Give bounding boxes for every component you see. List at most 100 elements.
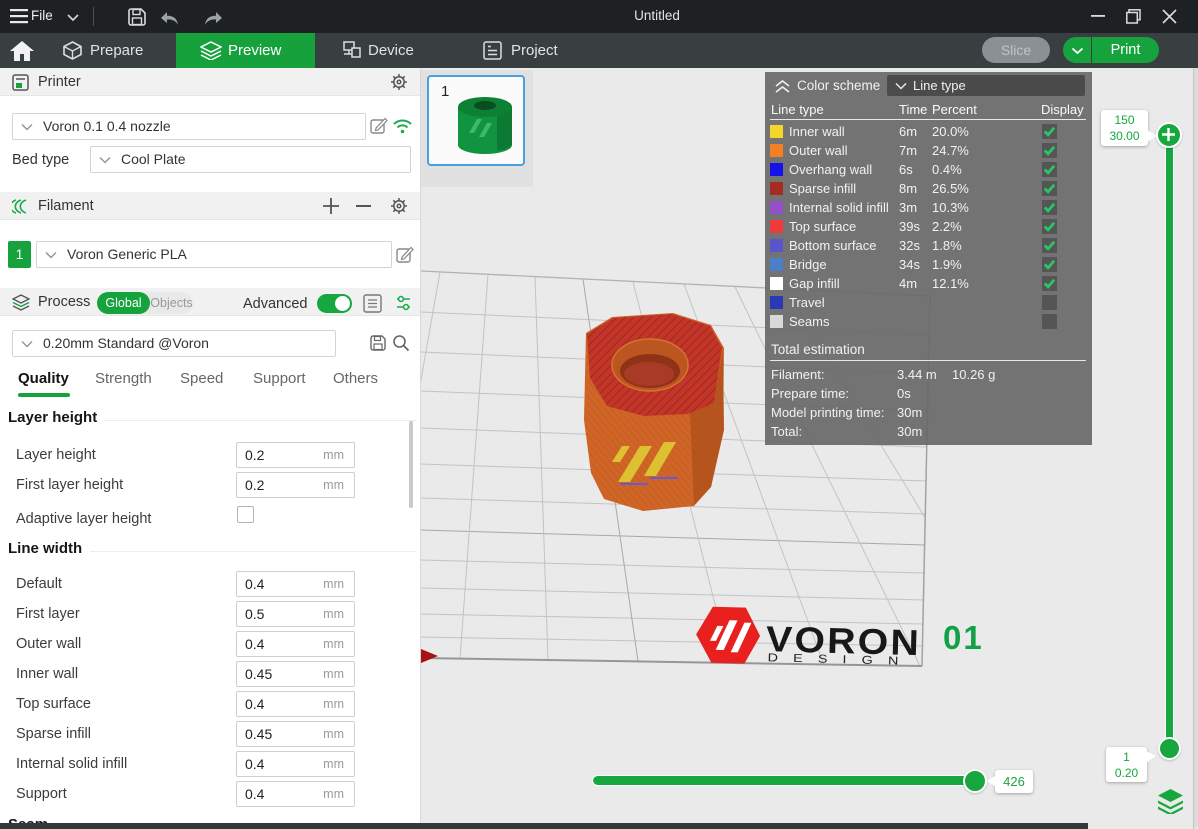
collapse-panel-icon[interactable] — [774, 79, 791, 94]
close-button[interactable] — [1162, 9, 1177, 24]
parameter-tune-icon[interactable] — [394, 294, 413, 313]
process-objects-option[interactable]: Objects — [150, 292, 193, 314]
hamburger-menu-icon[interactable] — [10, 9, 28, 24]
param-unit: mm — [323, 692, 344, 716]
layer-slider-track[interactable] — [1166, 135, 1173, 748]
print-dropdown-button[interactable] — [1063, 37, 1091, 63]
display-checkbox[interactable] — [1042, 181, 1057, 196]
display-checkbox[interactable] — [1042, 200, 1057, 215]
save-icon[interactable] — [127, 7, 147, 27]
tab-project[interactable]: Project — [511, 42, 558, 59]
tab-prepare[interactable]: Prepare — [90, 42, 143, 59]
tab-strength[interactable]: Strength — [95, 370, 152, 387]
layer-height-input[interactable]: 0.2mm — [236, 442, 355, 468]
display-checkbox[interactable] — [1042, 238, 1057, 253]
printer-select-value: Voron 0.1 0.4 nozzle — [43, 114, 171, 139]
print-button[interactable]: Print — [1092, 37, 1159, 63]
param-label: Outer wall — [16, 631, 81, 657]
adaptive-layer-height-checkbox[interactable] — [237, 506, 254, 523]
legend-row-gap-infill: Gap infill4m12.1% — [765, 274, 1092, 293]
tab-others[interactable]: Others — [333, 370, 378, 387]
sparse-infill-line-width-input[interactable]: 0.45mm — [236, 721, 355, 747]
move-slider-handle[interactable] — [963, 769, 987, 793]
process-global-option[interactable]: Global — [97, 292, 150, 314]
bed-type-select[interactable]: Cool Plate — [90, 146, 411, 173]
viewport-3d[interactable]: VORON DESIGN 01 1 — [421, 68, 1198, 829]
redo-icon[interactable] — [202, 10, 224, 26]
display-checkbox[interactable] — [1042, 143, 1057, 158]
window-title: Untitled — [557, 8, 757, 23]
param-label: Default — [16, 571, 62, 597]
inner-wall-line-width-input[interactable]: 0.45mm — [236, 661, 355, 687]
first-layer-height-input[interactable]: 0.2mm — [236, 472, 355, 498]
printer-select[interactable]: Voron 0.1 0.4 nozzle — [12, 113, 366, 140]
search-preset-icon[interactable] — [392, 334, 410, 352]
printer-edit-icon[interactable] — [370, 117, 388, 135]
project-icon[interactable] — [483, 41, 503, 60]
titlebar-separator — [93, 7, 94, 26]
save-preset-icon[interactable] — [369, 334, 387, 352]
undo-icon[interactable] — [159, 10, 181, 26]
filament-section-header: Filament — [0, 192, 420, 220]
wifi-icon[interactable] — [393, 118, 412, 134]
param-label: Internal solid infill — [16, 751, 127, 777]
outer-wall-line-width-input[interactable]: 0.4mm — [236, 631, 355, 657]
layer-slider-top-handle[interactable] — [1156, 122, 1182, 148]
maximize-button[interactable] — [1126, 9, 1141, 24]
sidebar-scrollbar[interactable] — [409, 421, 413, 508]
layer-slider-bottom-handle[interactable] — [1158, 737, 1181, 760]
filament-edit-icon[interactable] — [396, 246, 414, 264]
printer-settings-gear-icon[interactable] — [390, 73, 408, 91]
minimize-button[interactable] — [1091, 15, 1105, 18]
add-filament-icon[interactable] — [323, 198, 339, 214]
move-slider-track[interactable] — [593, 776, 977, 785]
process-scope-toggle[interactable]: Global Objects — [97, 292, 193, 314]
top-surface-line-width-input[interactable]: 0.4mm — [236, 691, 355, 717]
display-checkbox[interactable] — [1042, 124, 1057, 139]
internal-solid-infill-line-width-input[interactable]: 0.4mm — [236, 751, 355, 777]
default-line-width-input[interactable]: 0.4mm — [236, 571, 355, 597]
home-icon[interactable] — [10, 41, 34, 61]
display-checkbox[interactable] — [1042, 219, 1057, 234]
color-swatch — [770, 125, 783, 138]
first-layer-line-width-input[interactable]: 0.5mm — [236, 601, 355, 627]
active-tab-underline — [18, 393, 70, 397]
tab-speed[interactable]: Speed — [180, 370, 223, 387]
file-menu-chevron-icon[interactable] — [66, 13, 80, 22]
filament-slot-badge[interactable]: 1 — [8, 241, 31, 268]
sliced-model[interactable] — [584, 313, 724, 511]
display-checkbox[interactable] — [1042, 295, 1057, 310]
col-time: Time — [899, 102, 927, 117]
filament-select[interactable]: Voron Generic PLA — [36, 241, 392, 268]
display-checkbox[interactable] — [1042, 314, 1057, 329]
process-icon — [12, 294, 30, 311]
support-line-width-input[interactable]: 0.4mm — [236, 781, 355, 807]
tab-quality[interactable]: Quality — [18, 370, 69, 387]
param-row-internal-solid-infill: Internal solid infill 0.4mm — [0, 751, 421, 777]
legend-panel: Color scheme Line type Line type Time Pe… — [765, 72, 1092, 445]
prepare-icon[interactable] — [62, 41, 83, 60]
tab-preview[interactable]: Preview — [176, 33, 315, 68]
filament-settings-gear-icon[interactable] — [390, 197, 408, 215]
remove-filament-icon[interactable] — [356, 205, 371, 208]
tab-device[interactable]: Device — [368, 42, 414, 59]
tab-support[interactable]: Support — [253, 370, 306, 387]
process-preset-select[interactable]: 0.20mm Standard @Voron — [12, 330, 336, 357]
param-unit: mm — [323, 572, 344, 596]
plate-thumbnail[interactable]: 1 — [427, 75, 525, 166]
param-unit: mm — [323, 473, 344, 497]
param-row-inner-wall: Inner wall 0.45mm — [0, 661, 421, 687]
display-checkbox[interactable] — [1042, 257, 1057, 272]
col-line-type: Line type — [771, 102, 824, 117]
slice-button[interactable]: Slice — [982, 37, 1050, 63]
display-checkbox[interactable] — [1042, 276, 1057, 291]
display-checkbox[interactable] — [1042, 162, 1057, 177]
file-menu[interactable]: File — [31, 8, 53, 23]
color-swatch — [770, 182, 783, 195]
color-scheme-select[interactable]: Line type — [887, 75, 1085, 96]
legend-row-sparse-infill: Sparse infill8m26.5% — [765, 179, 1092, 198]
advanced-toggle[interactable] — [317, 294, 352, 313]
parameter-list-icon[interactable] — [363, 294, 382, 313]
device-icon[interactable] — [340, 41, 362, 60]
layers-icon[interactable] — [1157, 789, 1184, 814]
